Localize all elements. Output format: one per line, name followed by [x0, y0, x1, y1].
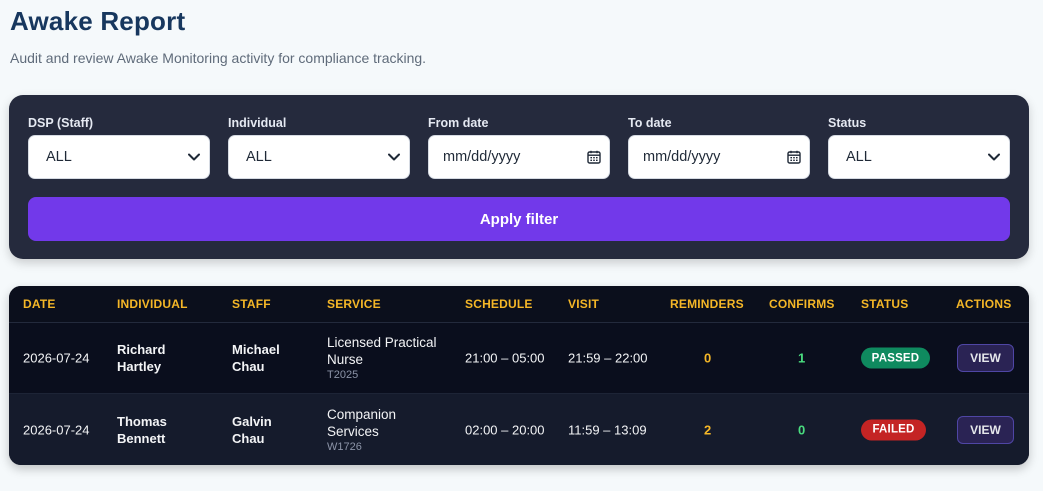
column-header-date: DATE	[23, 297, 56, 311]
cell-date: 2026-07-24	[23, 350, 90, 366]
column-header-schedule: SCHEDULE	[465, 297, 533, 311]
from-date-filter: From date mm/dd/yyyy	[428, 115, 610, 179]
page-subtitle: Audit and review Awake Monitoring activi…	[10, 50, 427, 66]
service-code: T2025	[327, 369, 359, 381]
status-select-value: ALL	[846, 149, 872, 165]
cell-staff: Michael Chau	[232, 341, 280, 375]
status-badge: FAILED	[861, 419, 926, 440]
chevron-down-icon	[387, 150, 401, 164]
view-button[interactable]: VIEW	[957, 415, 1014, 444]
status-badge: PASSED	[861, 347, 930, 369]
column-header-visit: VISIT	[568, 297, 600, 311]
column-header-confirms: CONFIRMS	[769, 297, 835, 311]
cell-individual: Thomas Bennett	[117, 413, 167, 447]
cell-service: Companion Services W1726	[327, 406, 396, 454]
cell-visit: 21:59 – 22:00	[568, 350, 648, 366]
cell-individual: Richard Hartley	[117, 341, 165, 375]
to-date-input[interactable]: mm/dd/yyyy	[628, 135, 810, 179]
table-row: 2026-07-24 Richard Hartley Michael Chau …	[9, 323, 1029, 394]
service-name-line1: Licensed Practical	[327, 335, 437, 350]
individual-first-name: Richard	[117, 342, 166, 357]
cell-reminders: 0	[704, 350, 712, 366]
status-select[interactable]: ALL	[828, 135, 1010, 179]
individual-filter-label: Individual	[228, 116, 287, 130]
cell-schedule: 21:00 – 05:00	[465, 350, 545, 366]
individual-filter: Individual ALL	[228, 115, 410, 179]
dsp-filter: DSP (Staff) ALL	[28, 115, 210, 179]
dsp-select-value: ALL	[46, 149, 72, 165]
calendar-icon[interactable]	[787, 150, 801, 164]
cell-visit: 11:59 – 13:09	[568, 422, 647, 437]
view-button[interactable]: VIEW	[957, 344, 1014, 372]
cell-date: 2026-07-24	[23, 422, 90, 437]
status-filter-label: Status	[828, 116, 867, 130]
from-date-input[interactable]: mm/dd/yyyy	[428, 135, 610, 179]
to-date-filter: To date mm/dd/yyyy	[628, 115, 810, 179]
dsp-filter-label: DSP (Staff)	[28, 116, 94, 130]
dsp-select[interactable]: ALL	[28, 135, 210, 179]
service-name-line1: Companion	[327, 406, 397, 422]
status-filter: Status ALL	[828, 115, 1010, 179]
individual-select-value: ALL	[246, 149, 272, 165]
individual-last-name: Bennett	[117, 430, 166, 446]
staff-first-name: Galvin	[232, 413, 272, 429]
service-name-line2: Services	[327, 423, 379, 439]
cell-schedule: 02:00 – 20:00	[465, 422, 545, 437]
to-date-placeholder: mm/dd/yyyy	[643, 149, 721, 165]
table-header: DATE INDIVIDUAL STAFF SERVICE SCHEDULE V…	[9, 286, 1029, 323]
service-code: W1726	[327, 440, 362, 453]
column-header-reminders: REMINDERS	[670, 297, 744, 311]
to-date-label: To date	[628, 116, 672, 130]
column-header-status: STATUS	[861, 297, 909, 311]
cell-confirms: 1	[798, 350, 806, 366]
column-header-actions: ACTIONS	[956, 297, 1012, 311]
chevron-down-icon	[187, 150, 201, 164]
from-date-placeholder: mm/dd/yyyy	[443, 149, 521, 165]
filter-panel: DSP (Staff) ALL Individual ALL From date…	[9, 95, 1029, 259]
column-header-staff: STAFF	[232, 297, 271, 311]
calendar-icon[interactable]	[587, 150, 601, 164]
cell-service: Licensed Practical Nurse T2025	[327, 334, 437, 382]
table-row: 2026-07-24 Thomas Bennett Galvin Chau Co…	[9, 394, 1029, 465]
apply-filter-button[interactable]: Apply filter	[28, 197, 1010, 241]
service-name-line2: Nurse	[327, 352, 364, 367]
column-header-service: SERVICE	[327, 297, 381, 311]
cell-staff: Galvin Chau	[232, 413, 272, 447]
individual-first-name: Thomas	[117, 413, 167, 429]
staff-first-name: Michael	[232, 342, 280, 357]
page-title: Awake Report	[10, 6, 186, 36]
staff-last-name: Chau	[232, 359, 265, 374]
individual-select[interactable]: ALL	[228, 135, 410, 179]
column-header-individual: INDIVIDUAL	[117, 297, 188, 311]
awake-report-table: DATE INDIVIDUAL STAFF SERVICE SCHEDULE V…	[9, 286, 1029, 465]
from-date-label: From date	[428, 116, 489, 130]
individual-last-name: Hartley	[117, 359, 162, 374]
chevron-down-icon	[987, 150, 1001, 164]
cell-reminders: 2	[704, 422, 712, 437]
staff-last-name: Chau	[232, 430, 265, 446]
cell-confirms: 0	[798, 422, 806, 437]
